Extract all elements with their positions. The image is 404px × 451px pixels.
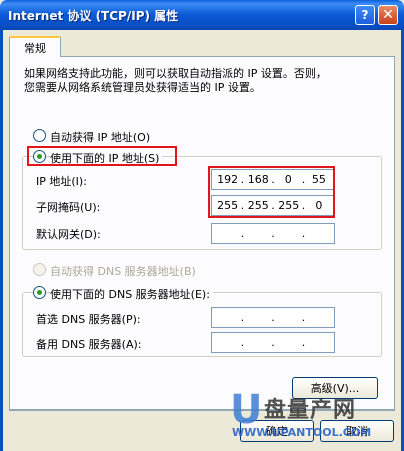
dns-manual-label[interactable]: 使用下面的 DNS 服务器地址(E): bbox=[50, 286, 213, 302]
alternate-dns-field[interactable]: . . . bbox=[211, 332, 335, 353]
advanced-button[interactable]: 高级(V)... bbox=[292, 377, 378, 399]
window-frame-left bbox=[0, 30, 3, 451]
window-title: Internet 协议 (TCP/IP) 属性 bbox=[8, 9, 179, 23]
panel-bottom-edge bbox=[9, 410, 395, 411]
title-bar[interactable]: Internet 协议 (TCP/IP) 属性 ? ✕ bbox=[0, 0, 404, 30]
ip-auto-label[interactable]: 自动获得 IP 地址(O) bbox=[50, 129, 150, 145]
dns-auto-label[interactable]: 自动获得 DNS 服务器地址(B) bbox=[50, 263, 196, 279]
preferred-dns-label: 首选 DNS 服务器(P): bbox=[36, 313, 141, 326]
dns-auto-radio[interactable] bbox=[33, 263, 46, 276]
default-gateway-field[interactable]: . . . bbox=[211, 223, 335, 244]
help-button[interactable]: ? bbox=[355, 5, 375, 25]
subnet-mask-label: 子网掩码(U): bbox=[36, 201, 101, 214]
cancel-button[interactable]: 取消 bbox=[320, 420, 394, 442]
ok-button[interactable]: 确定 bbox=[240, 420, 314, 442]
close-button[interactable]: ✕ bbox=[378, 5, 398, 25]
intro-line-2: 您需要从网络系统管理员处获得适当的 IP 设置。 bbox=[24, 81, 261, 94]
ip-auto-radio[interactable] bbox=[33, 129, 46, 142]
ip-address-label: IP 地址(I): bbox=[36, 175, 87, 188]
preferred-dns-field[interactable]: . . . bbox=[211, 307, 335, 328]
tab-general[interactable]: 常规 bbox=[9, 36, 61, 57]
alternate-dns-label: 备用 DNS 服务器(A): bbox=[36, 338, 142, 351]
default-gateway-label: 默认网关(D): bbox=[36, 228, 101, 241]
ip-fields-highlight bbox=[208, 166, 335, 218]
ip-manual-highlight bbox=[27, 146, 177, 166]
intro-line-1: 如果网络支持此功能，则可以获取自动指派的 IP 设置。否则， bbox=[24, 67, 327, 80]
intro-text: 如果网络支持此功能，则可以获取自动指派的 IP 设置。否则， 您需要从网络系统管… bbox=[24, 67, 384, 95]
dns-manual-radio[interactable] bbox=[33, 286, 46, 299]
